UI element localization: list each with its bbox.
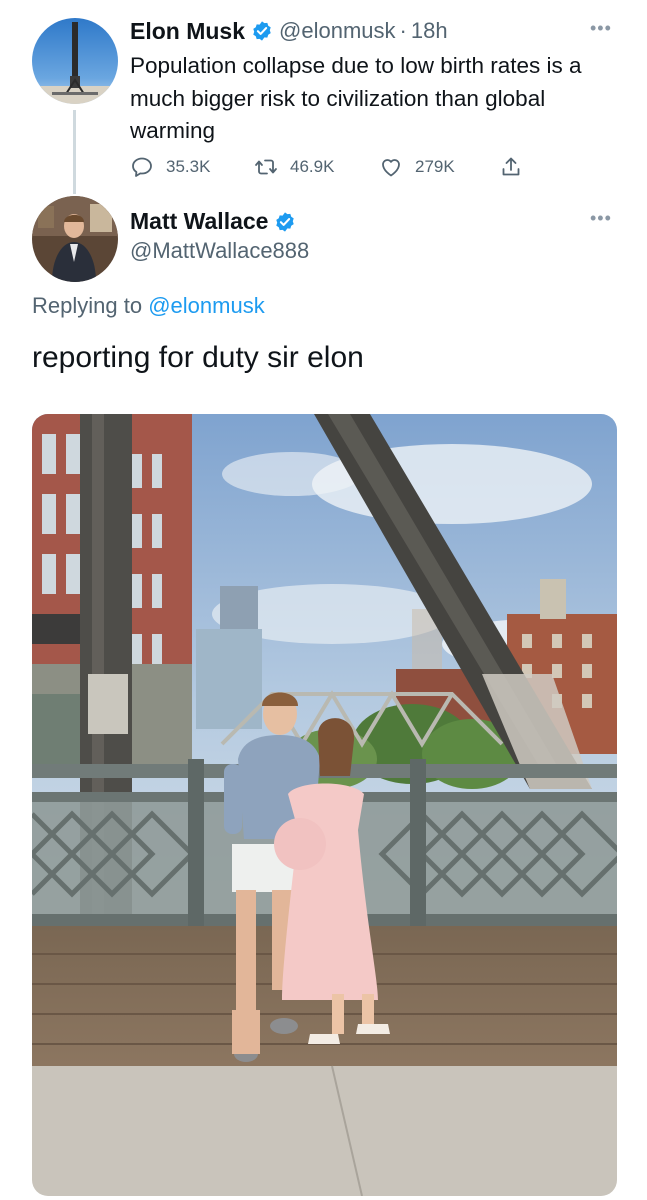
separator-dot: · (399, 18, 407, 43)
tweet-time[interactable]: 18h (411, 18, 448, 44)
share-button[interactable] (499, 155, 535, 179)
couple-on-bridge-photo (32, 414, 617, 1196)
tweet-text: Population collapse due to low birth rat… (130, 53, 582, 143)
more-icon[interactable]: ••• (590, 18, 612, 39)
author-name[interactable]: Elon Musk (130, 18, 245, 45)
verified-badge-icon (253, 21, 271, 41)
verified-badge-icon (276, 211, 295, 232)
matt-avatar-image (32, 196, 118, 282)
replying-to-line: Replying to @elonmusk (32, 293, 265, 319)
replying-to-mention[interactable]: @elonmusk (148, 293, 265, 318)
like-button[interactable]: 279K (379, 155, 499, 179)
more-icon[interactable]: ••• (590, 208, 612, 229)
thread-connector-line (73, 110, 76, 194)
reply-button[interactable]: 35.3K (130, 155, 254, 179)
rocket-avatar-image (32, 18, 118, 104)
author-handle[interactable]: @elonmusk (279, 18, 396, 44)
matt-avatar[interactable] (32, 196, 118, 282)
replying-prefix: Replying to (32, 293, 143, 318)
retweet-button[interactable]: 46.9K (254, 155, 379, 179)
reply-count: 35.3K (166, 157, 211, 176)
elon-avatar[interactable] (32, 18, 118, 104)
share-icon (502, 157, 520, 176)
like-icon (382, 159, 400, 177)
reply-author-name[interactable]: Matt Wallace (130, 208, 268, 235)
like-count: 279K (415, 157, 455, 176)
tweet-header: Elon Musk @elonmusk · 18h (130, 16, 448, 46)
reply-header: Matt Wallace (130, 208, 296, 235)
tweet-actions: 35.3K 46.9K 279K (130, 155, 535, 179)
retweet-icon (255, 159, 277, 175)
attached-photo[interactable] (32, 414, 617, 1196)
reply-text: reporting for duty sir elon (32, 341, 364, 374)
reply-author-handle[interactable]: @MattWallace888 (130, 238, 309, 264)
retweet-count: 46.9K (290, 157, 335, 176)
reply-icon (132, 157, 152, 177)
